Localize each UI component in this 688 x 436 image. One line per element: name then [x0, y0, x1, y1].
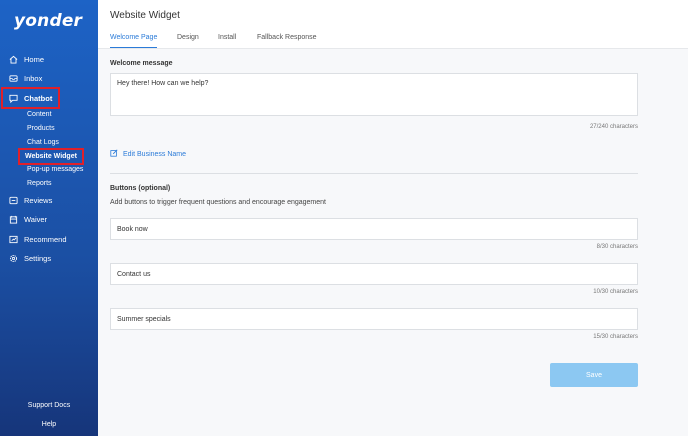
save-button[interactable]: Save [550, 363, 638, 387]
sidebar-subitem-popup-messages[interactable]: Pop-up messages [27, 164, 83, 175]
edit-business-name-label: Edit Business Name [123, 150, 187, 158]
yonder-logo[interactable]: yonder [14, 11, 82, 31]
tab-fallback-response[interactable]: Fallback Response [257, 34, 317, 48]
edit-icon [110, 149, 118, 159]
sidebar-item-settings[interactable]: Settings [0, 250, 98, 266]
button-input-1[interactable]: Book now [110, 218, 638, 240]
gear-icon [8, 253, 18, 263]
sidebar-item-label: Settings [24, 253, 52, 263]
welcome-message-textarea[interactable]: Hey there! How can we help? [110, 73, 638, 116]
inbox-icon [8, 73, 18, 83]
sidebar-item-waiver[interactable]: Waiver [0, 211, 98, 227]
sidebar-subitem-chat-logs[interactable]: Chat Logs [27, 137, 59, 148]
button-input-2-counter: 10/30 characters [593, 289, 638, 295]
sidebar-item-label: Reviews [24, 195, 53, 205]
main-panel: Welcome message Hey there! How can we he… [98, 49, 688, 436]
button-input-3-counter: 15/30 characters [593, 334, 638, 340]
buttons-section-description: Add buttons to trigger frequent question… [110, 199, 326, 206]
sidebar-item-chatbot[interactable]: Chatbot [1, 87, 60, 109]
sidebar-item-label: Waiver [24, 214, 48, 224]
section-divider [110, 173, 638, 174]
buttons-section-label: Buttons (optional) [110, 185, 171, 192]
home-icon [8, 54, 18, 64]
sidebar-item-recommend[interactable]: Recommend [0, 231, 98, 247]
sidebar-subitem-reports[interactable]: Reports [27, 178, 52, 189]
button-input-1-counter: 8/30 characters [596, 244, 638, 250]
welcome-message-counter: 27/240 characters [589, 124, 638, 130]
recommend-icon [8, 234, 18, 244]
support-docs-link[interactable]: Support Docs [0, 402, 98, 409]
waiver-icon [8, 214, 18, 224]
button-input-3[interactable]: Summer specials [110, 308, 638, 330]
button-input-2[interactable]: Contact us [110, 263, 638, 285]
edit-business-name-link[interactable]: Edit Business Name [110, 149, 186, 159]
help-link[interactable]: Help [0, 421, 98, 428]
sidebar-subitem-content[interactable]: Content [27, 109, 52, 120]
sidebar-item-label: Recommend [24, 234, 67, 244]
page-header: Website Widget Welcome Page Design Insta… [98, 0, 688, 49]
chat-icon [8, 93, 18, 103]
sidebar-item-home[interactable]: Home [0, 51, 98, 67]
sidebar-item-reviews[interactable]: Reviews [0, 192, 98, 208]
sidebar: yonder Home Inbox Chatbot Content Produc… [0, 0, 98, 436]
tab-design[interactable]: Design [177, 34, 199, 48]
tab-install[interactable]: Install [218, 34, 236, 48]
sidebar-subitem-website-widget[interactable]: Website Widget [18, 148, 84, 165]
sidebar-item-inbox[interactable]: Inbox [0, 70, 98, 86]
sidebar-item-label: Chatbot [24, 93, 53, 103]
sidebar-item-label: Inbox [24, 73, 43, 83]
tab-welcome-page[interactable]: Welcome Page [110, 34, 158, 48]
sidebar-item-label: Home [24, 54, 45, 64]
reviews-icon [8, 195, 18, 205]
sidebar-subitem-products[interactable]: Products [27, 123, 55, 134]
welcome-message-label: Welcome message [110, 60, 173, 67]
page-title: Website Widget [110, 10, 180, 21]
